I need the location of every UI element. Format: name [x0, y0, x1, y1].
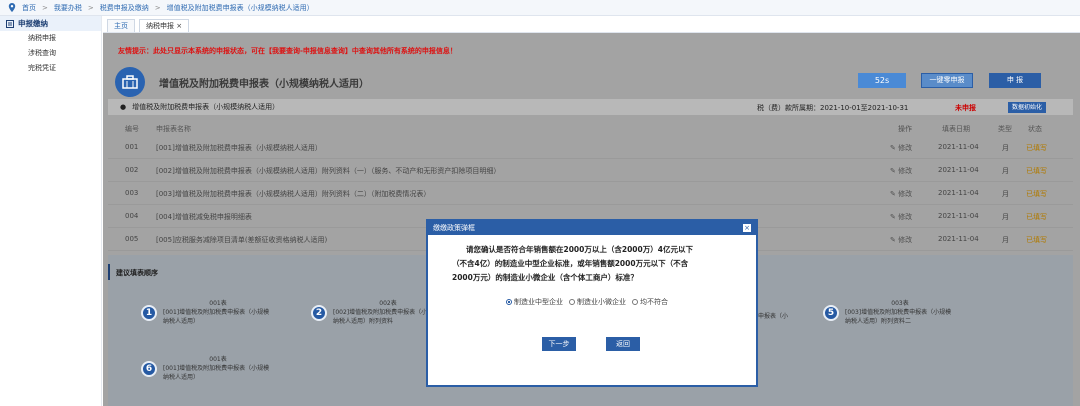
- sidebar: 申报缴纳 纳税申报 涉税查询 完税凭证: [0, 16, 102, 406]
- sidebar-header[interactable]: 申报缴纳: [0, 16, 101, 31]
- table-row: 002 [002]增值税及附加税费申报表（小规模纳税人适用）附列资料（一）（服务…: [108, 159, 1073, 182]
- document-icon: [6, 19, 14, 28]
- header-type: 类型: [998, 125, 1012, 133]
- table-row: 001 [001]增值税及附加税费申报表（小规模纳税人适用） ✎ 修改 2021…: [108, 136, 1073, 159]
- radio-selected-icon: [506, 299, 512, 305]
- row-date: 2021-11-04: [938, 143, 979, 151]
- header-date: 填表日期: [942, 125, 970, 133]
- row-no: 001: [125, 143, 139, 151]
- close-icon[interactable]: ×: [743, 224, 751, 232]
- row-name[interactable]: [001]增值税及附加税费申报表（小规模纳税人适用）: [156, 143, 322, 153]
- bullet-icon: ●: [120, 103, 127, 111]
- header-no: 编号: [125, 125, 139, 133]
- edit-link[interactable]: ✎ 修改: [890, 143, 912, 153]
- row-name[interactable]: [005]应税服务减除项目清单(差额征收资格纳税人适用): [156, 235, 327, 245]
- row-name[interactable]: [002]增值税及附加税费申报表（小规模纳税人适用）附列资料（一）（服务、不动产…: [156, 166, 500, 176]
- radio-small-manufacturing[interactable]: 制造业小微企业: [569, 297, 626, 307]
- breadcrumb-item[interactable]: 税费申报及缴纳: [100, 3, 149, 13]
- step-label: 003表 [003]增值税及附加税费申报表（小规模纳税人适用）附列资料二: [845, 300, 952, 325]
- tab-tax-declaration[interactable]: 纳税申报 ×: [139, 19, 190, 32]
- breadcrumb-item[interactable]: 我要办税: [54, 3, 82, 13]
- step-label: 001表 [001]增值税及附加税费申报表（小规模纳税人适用）: [163, 356, 270, 381]
- row-type: 月: [1002, 167, 1009, 175]
- notice-text: 友情提示：此处只显示本系统的申报状态，可在【我要查询-申报信息查询】中查询其他所…: [118, 47, 457, 55]
- sidebar-header-label: 申报缴纳: [18, 19, 48, 28]
- countdown-timer: 52s: [858, 73, 906, 88]
- step-number: 6: [141, 360, 157, 377]
- step-2[interactable]: 2 002表 [002]增值税及附加税费申报表（小规模纳税人适用）附列资料: [311, 299, 443, 326]
- row-no: 002: [125, 166, 139, 174]
- row-status: 已填写: [1026, 144, 1047, 152]
- step-1[interactable]: 1 001表 [001]增值税及附加税费申报表（小规模纳税人适用）: [141, 299, 273, 326]
- form-subheader: ● 增值税及附加税费申报表（小规模纳税人适用）: [108, 99, 1073, 115]
- sidebar-item-tax-query[interactable]: 涉税查询: [0, 46, 101, 61]
- row-name[interactable]: [003]增值税及附加税费申报表（小规模纳税人适用）附列资料（二）（附加税费情况…: [156, 189, 430, 199]
- back-button[interactable]: 返回: [606, 337, 640, 351]
- form-title: 增值税及附加税费申报表（小规模纳税人适用）: [159, 78, 369, 90]
- modal-title: 缴缴政策弹框: [433, 224, 475, 232]
- sidebar-item-tax-certificate[interactable]: 完税凭证: [0, 61, 101, 76]
- breadcrumb-current: 增值税及附加税费申报表（小规模纳税人适用）: [166, 3, 314, 12]
- row-no: 004: [125, 212, 139, 220]
- breadcrumb: 首页 > 我要办税 > 税费申报及缴纳 > 增值税及附加税费申报表（小规模纳税人…: [0, 0, 1080, 16]
- row-name[interactable]: [004]增值税减免税申报明细表: [156, 212, 252, 222]
- row-type: 月: [1002, 190, 1009, 198]
- modal-header: 缴缴政策弹框 ×: [428, 221, 756, 235]
- row-type: 月: [1002, 144, 1009, 152]
- row-date: 2021-11-04: [938, 212, 979, 220]
- step-6[interactable]: 6 001表 [001]增值税及附加税费申报表（小规模纳税人适用）: [141, 355, 273, 382]
- section-accent-bar: [108, 264, 110, 280]
- edit-link[interactable]: ✎ 修改: [890, 212, 912, 222]
- edit-link[interactable]: ✎ 修改: [890, 166, 912, 176]
- tax-period: 税（费）款所属期：2021-10-01至2021-10-31: [757, 104, 909, 112]
- step-number: 1: [141, 304, 157, 321]
- data-init-button[interactable]: 数据初始化: [1008, 102, 1046, 113]
- step-number: 2: [311, 304, 327, 321]
- next-button[interactable]: 下一步: [542, 337, 576, 351]
- sidebar-item-tax-declaration[interactable]: 纳税申报: [0, 31, 101, 46]
- edit-link[interactable]: ✎ 修改: [890, 235, 912, 245]
- radio-empty-icon: [569, 299, 575, 305]
- row-status: 已填写: [1026, 167, 1047, 175]
- table-row: 003 [003]增值税及附加税费申报表（小规模纳税人适用）附列资料（二）（附加…: [108, 182, 1073, 205]
- row-date: 2021-11-04: [938, 166, 979, 174]
- row-status: 已填写: [1026, 190, 1047, 198]
- radio-empty-icon: [632, 299, 638, 305]
- row-date: 2021-11-04: [938, 189, 979, 197]
- header-op: 操作: [898, 125, 912, 133]
- breadcrumb-separator: >: [87, 3, 94, 12]
- enterprise-type-radio-group: 制造业中型企业 制造业小微企业 均不符合: [506, 297, 668, 307]
- radio-medium-manufacturing[interactable]: 制造业中型企业: [506, 297, 563, 307]
- step-4-partial-label: 申报表（小: [758, 313, 789, 320]
- subheader-title: 增值税及附加税费申报表（小规模纳税人适用）: [132, 103, 280, 111]
- step-5[interactable]: 5 003表 [003]增值税及附加税费申报表（小规模纳税人适用）附列资料二: [823, 299, 955, 326]
- row-type: 月: [1002, 236, 1009, 244]
- radio-none[interactable]: 均不符合: [632, 297, 668, 307]
- step-label: 001表 [001]增值税及附加税费申报表（小规模纳税人适用）: [163, 300, 270, 325]
- submit-declaration-button[interactable]: 申 报: [989, 73, 1041, 88]
- declaration-status: 未申报: [955, 104, 976, 112]
- table-header: 编号 申报表名称 操作 填表日期 类型 状态: [108, 121, 1073, 135]
- row-no: 005: [125, 235, 139, 243]
- fill-order-title: 建议填表顺序: [116, 269, 158, 277]
- policy-modal: 缴缴政策弹框 × 请您确认是否符合年销售额在2000万以上（含2000万）4亿元…: [426, 219, 758, 387]
- tab-bar: 主页 纳税申报 ×: [103, 16, 1080, 33]
- row-status: 已填写: [1026, 213, 1047, 221]
- row-date: 2021-11-04: [938, 235, 979, 243]
- breadcrumb-home[interactable]: 首页: [22, 3, 36, 13]
- breadcrumb-separator: >: [154, 3, 161, 12]
- step-number: 5: [823, 304, 839, 321]
- row-type: 月: [1002, 213, 1009, 221]
- edit-link[interactable]: ✎ 修改: [890, 189, 912, 199]
- row-status: 已填写: [1026, 236, 1047, 244]
- row-no: 003: [125, 189, 139, 197]
- modal-question: 请您确认是否符合年销售额在2000万以上（含2000万）4亿元以下 （不含4亿）…: [452, 245, 693, 282]
- location-pin-icon: [8, 3, 16, 12]
- zero-declaration-button[interactable]: 一键零申报: [921, 73, 973, 88]
- breadcrumb-separator: >: [42, 3, 48, 12]
- header-status: 状态: [1028, 125, 1042, 133]
- header-name: 申报表名称: [156, 125, 191, 133]
- briefcase-icon: [115, 67, 145, 97]
- tab-home[interactable]: 主页: [107, 19, 135, 32]
